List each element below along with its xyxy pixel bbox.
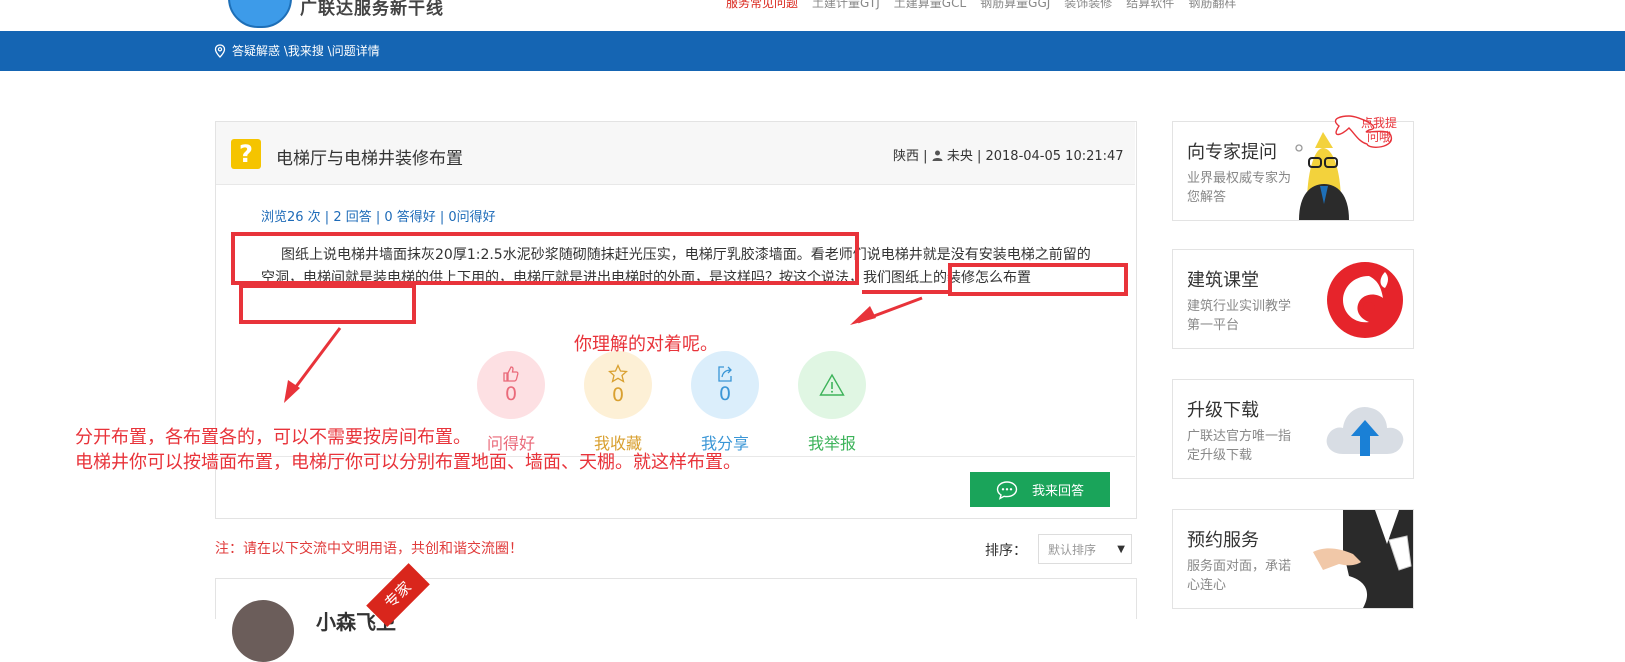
annotation-reply-1: 你理解的对着呢。 (574, 334, 718, 355)
annotation-reply-2: 分开布置，各布置各的，可以不需要按房间布置。 电梯井你可以按墙面布置，电梯厅你可… (75, 425, 741, 475)
annotation-reply-2-line-2: 电梯井你可以按墙面布置，电梯厅你可以分别布置地面、墙面、天棚。就这样布置。 (75, 452, 741, 473)
annotation-arrows (284, 290, 948, 403)
annotation-reply-2-line-1: 分开布置，各布置各的，可以不需要按房间布置。 (75, 427, 471, 448)
